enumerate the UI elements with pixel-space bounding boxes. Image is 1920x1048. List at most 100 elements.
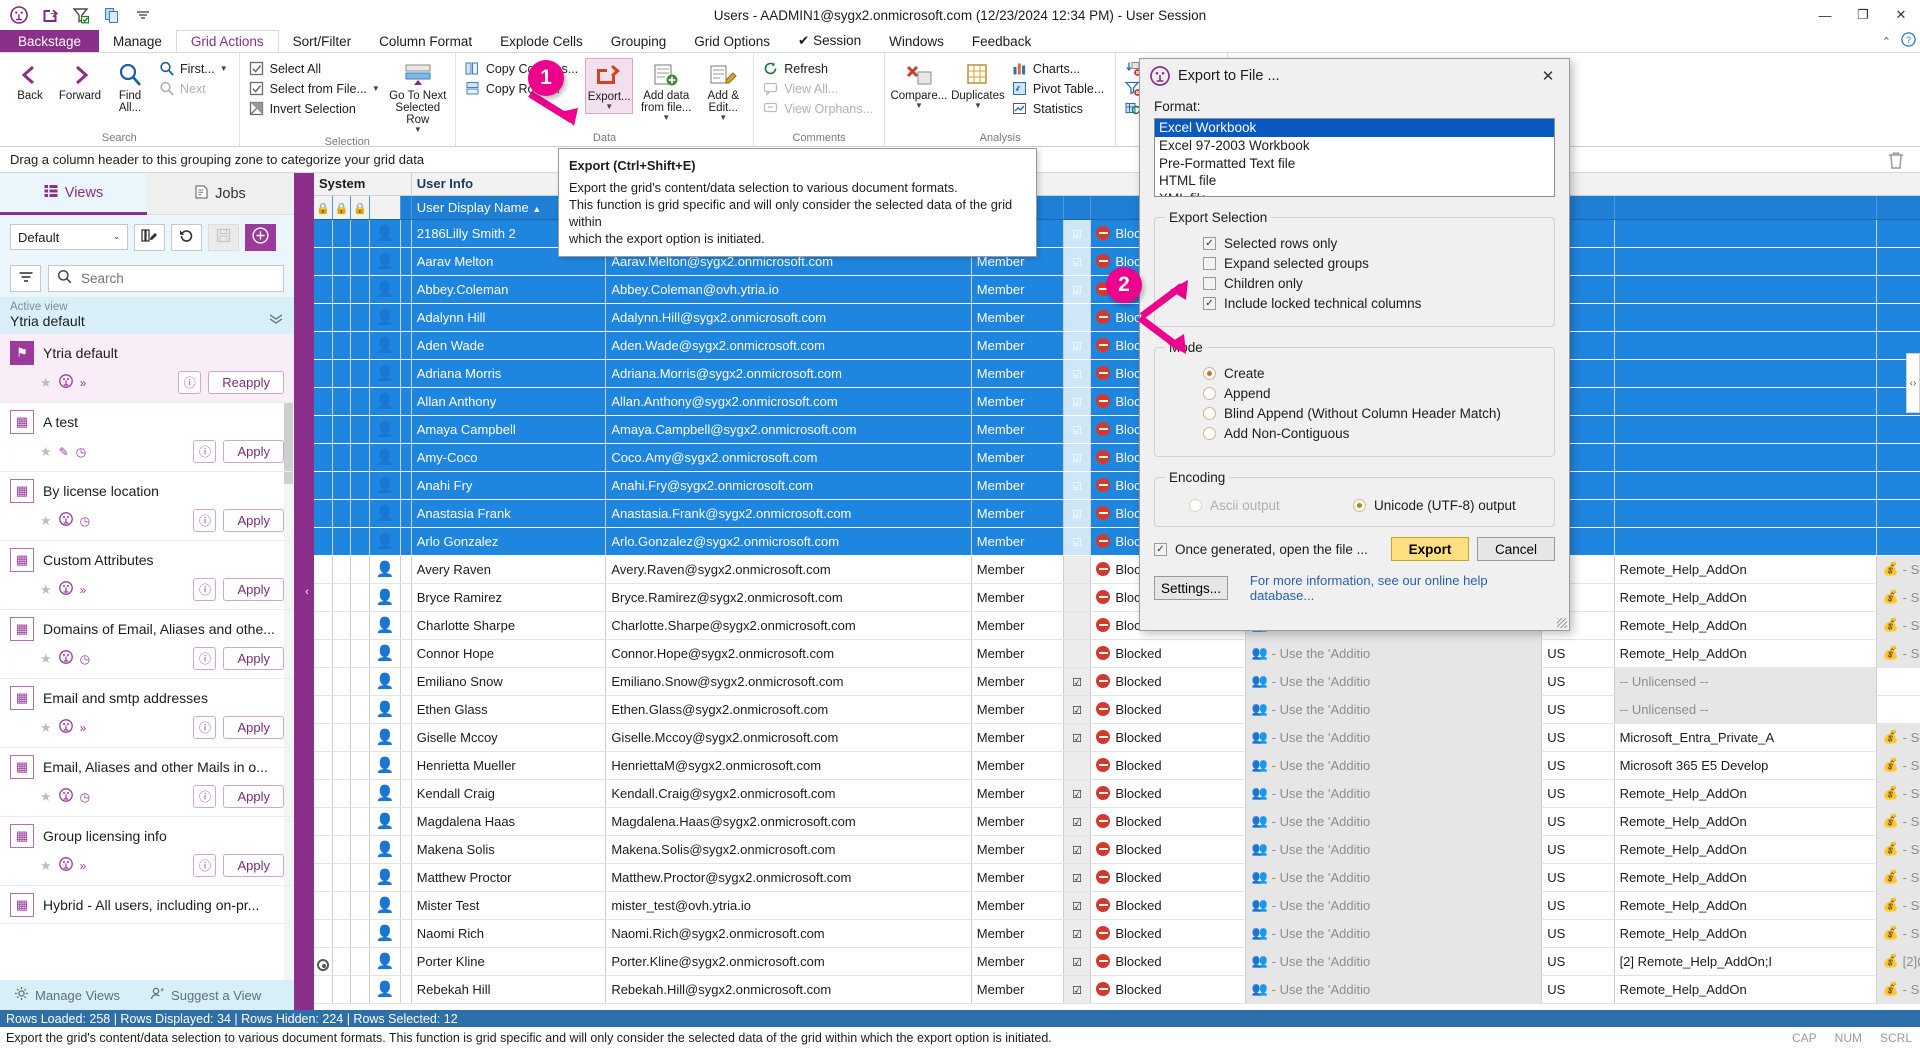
cell-display-name[interactable]: Naomi Rich [411,919,606,947]
cell-licenses[interactable]: Remote_Help_AddOn [1614,891,1877,919]
cell-usage-location[interactable]: US [1542,667,1614,695]
checkbox-children-only[interactable]: Children only [1203,276,1544,291]
cell-set-licenses[interactable] [1877,415,1920,443]
column-lock-3[interactable]: 🔒 [351,195,369,219]
table-row[interactable]: 👤Adalynn HillAdalynn.Hill@sygx2.onmicros… [314,303,1920,331]
cell-signed-in[interactable]: 👥- Use the 'Additio [1246,695,1542,723]
table-row[interactable]: 👤Amy-CocoCoco.Amy@sygx2.onmicrosoft.comM… [314,443,1920,471]
minimize-button[interactable]: — [1806,0,1844,30]
cell-licenses[interactable] [1614,499,1877,527]
cell-usage-location[interactable]: US [1542,947,1614,975]
view-item-hybrid-all-users[interactable]: ▦ Hybrid - All users, including on-pr... [0,886,294,924]
cell-upn[interactable]: Anastasia.Frank@sygx2.onmicrosoft.com [606,499,971,527]
ribbon-tab-manage[interactable]: Manage [99,30,176,52]
cell-licenses[interactable]: Remote_Help_AddOn [1614,583,1877,611]
invert-selection-button[interactable]: Invert Selection [246,99,385,118]
cell-check[interactable]: ☑ [1063,947,1091,975]
cell-set-licenses[interactable]: 💰- Set li [1877,919,1920,947]
cell-signed-in[interactable]: 👥- Use the 'Additio [1246,639,1542,667]
checkbox-include-locked-technical-colum[interactable]: ✓ Include locked technical columns [1203,296,1544,311]
cell-usage-location[interactable]: US [1542,751,1614,779]
cell-licenses[interactable]: -- Unlicensed -- [1614,667,1877,695]
refresh-comments-button[interactable]: Refresh [760,59,878,78]
cell-licenses[interactable]: [2] Remote_Help_AddOn;I [1614,947,1877,975]
add-data-from-file-button[interactable]: Add data from file...▼ [635,58,697,124]
add-view-button[interactable] [245,224,276,251]
export-share-icon[interactable] [39,4,61,26]
view-item-email-aliases[interactable]: ▦ Email, Aliases and other Mails in o...… [0,748,294,817]
cell-blocked[interactable]: Blocked [1091,723,1246,751]
cell-licenses[interactable]: Remote_Help_AddOn [1614,639,1877,667]
cell-set-licenses[interactable] [1877,303,1920,331]
column-lock-1[interactable]: 🔒 [314,195,332,219]
cell-display-name[interactable]: Makena Solis [411,835,606,863]
table-row[interactable]: 👤Emiliano SnowEmiliano.Snow@sygx2.onmicr… [314,667,1920,695]
help-icon[interactable]: ? [1901,32,1916,50]
rename-view-button[interactable] [134,224,165,251]
cell-upn[interactable]: Coco.Amy@sygx2.onmicrosoft.com [606,443,971,471]
view-item-domains-of-email[interactable]: ▦ Domains of Email, Aliases and othe... … [0,610,294,679]
cell-set-licenses[interactable]: 💰- Set li [1877,611,1920,639]
cell-blocked[interactable]: Blocked [1091,919,1246,947]
cell-licenses[interactable] [1614,415,1877,443]
cell-check[interactable]: ☑ [1063,331,1091,359]
cell-display-name[interactable]: Henrietta Mueller [411,751,606,779]
ribbon-tab-windows[interactable]: Windows [875,30,958,52]
cell-user-type[interactable]: Member [971,387,1063,415]
cell-display-name[interactable]: Rebekah Hill [411,975,606,1003]
cell-display-name[interactable]: Anahi Fry [411,471,606,499]
find-first-button[interactable]: First...▼ [156,59,233,78]
cell-set-licenses[interactable]: 💰- Set li [1877,975,1920,1003]
cell-signed-in[interactable]: 👥- Use the 'Additio [1246,919,1542,947]
cell-upn[interactable]: Magdalena.Haas@sygx2.onmicrosoft.com [606,807,971,835]
table-row[interactable]: 👤Giselle MccoyGiselle.Mccoy@sygx2.onmicr… [314,723,1920,751]
format-option-excel-workbook[interactable]: Excel Workbook [1155,119,1554,137]
pivot-table-button[interactable]: Pivot Table... [1009,79,1109,98]
view-info-button[interactable]: ⓘ [193,440,216,463]
cell-set-licenses[interactable] [1877,443,1920,471]
cell-check[interactable]: ☑ [1063,359,1091,387]
select-all-button[interactable]: Select All [246,59,385,78]
manage-views-link[interactable]: Manage Views [14,986,120,1004]
cell-user-type[interactable]: Member [971,723,1063,751]
table-row[interactable]: 👤Makena SolisMakena.Solis@sygx2.onmicros… [314,835,1920,863]
find-next-button[interactable]: Next [156,79,233,98]
cell-upn[interactable]: Bryce.Ramirez@sygx2.onmicrosoft.com [606,583,971,611]
ribbon-tab-sort-filter[interactable]: Sort/Filter [279,30,366,52]
cell-usage-location[interactable]: US [1542,891,1614,919]
cell-set-licenses[interactable] [1877,471,1920,499]
cell-usage-location[interactable]: US [1542,723,1614,751]
cell-display-name[interactable]: Giselle Mccoy [411,723,606,751]
cell-check[interactable] [1063,639,1091,667]
cell-check[interactable]: ☑ [1063,275,1091,303]
view-apply-button[interactable]: Apply [223,716,284,739]
cell-signed-in[interactable]: 👥- Use the 'Additio [1246,863,1542,891]
cell-signed-in[interactable]: 👥- Use the 'Additio [1246,667,1542,695]
cell-check[interactable]: ☑ [1063,387,1091,415]
view-apply-button[interactable]: Apply [223,578,284,601]
cell-licenses[interactable]: Remote_Help_AddOn [1614,779,1877,807]
table-row[interactable]: 👤Mister Testmister_test@ovh.ytria.ioMemb… [314,891,1920,919]
cell-licenses[interactable]: Remote_Help_AddOn [1614,555,1877,583]
cell-user-type[interactable]: Member [971,471,1063,499]
cell-display-name[interactable]: Emiliano Snow [411,667,606,695]
save-view-button[interactable] [208,224,239,251]
cell-upn[interactable]: Avery.Raven@sygx2.onmicrosoft.com [606,555,971,583]
charts-button[interactable]: Charts... [1009,59,1109,78]
cell-check[interactable] [1063,751,1091,779]
cell-user-type[interactable]: Member [971,947,1063,975]
statistics-button[interactable]: Statistics [1009,99,1109,118]
cell-licenses[interactable]: Microsoft_Entra_Private_A [1614,723,1877,751]
cell-check[interactable]: ☑ [1063,891,1091,919]
cell-upn[interactable]: Matthew.Proctor@sygx2.onmicrosoft.com [606,863,971,891]
cell-display-name[interactable]: Charlotte Sharpe [411,611,606,639]
cell-user-type[interactable]: Member [971,779,1063,807]
cell-licenses[interactable]: Remote_Help_AddOn [1614,863,1877,891]
cell-usage-location[interactable]: US [1542,835,1614,863]
cell-upn[interactable]: Adriana.Morris@sygx2.onmicrosoft.com [606,359,971,387]
cell-licenses[interactable] [1614,443,1877,471]
cell-licenses[interactable]: Remote_Help_AddOn [1614,807,1877,835]
column-licenses[interactable] [1614,195,1877,219]
cell-licenses[interactable] [1614,471,1877,499]
column-icon-header[interactable] [369,195,401,219]
